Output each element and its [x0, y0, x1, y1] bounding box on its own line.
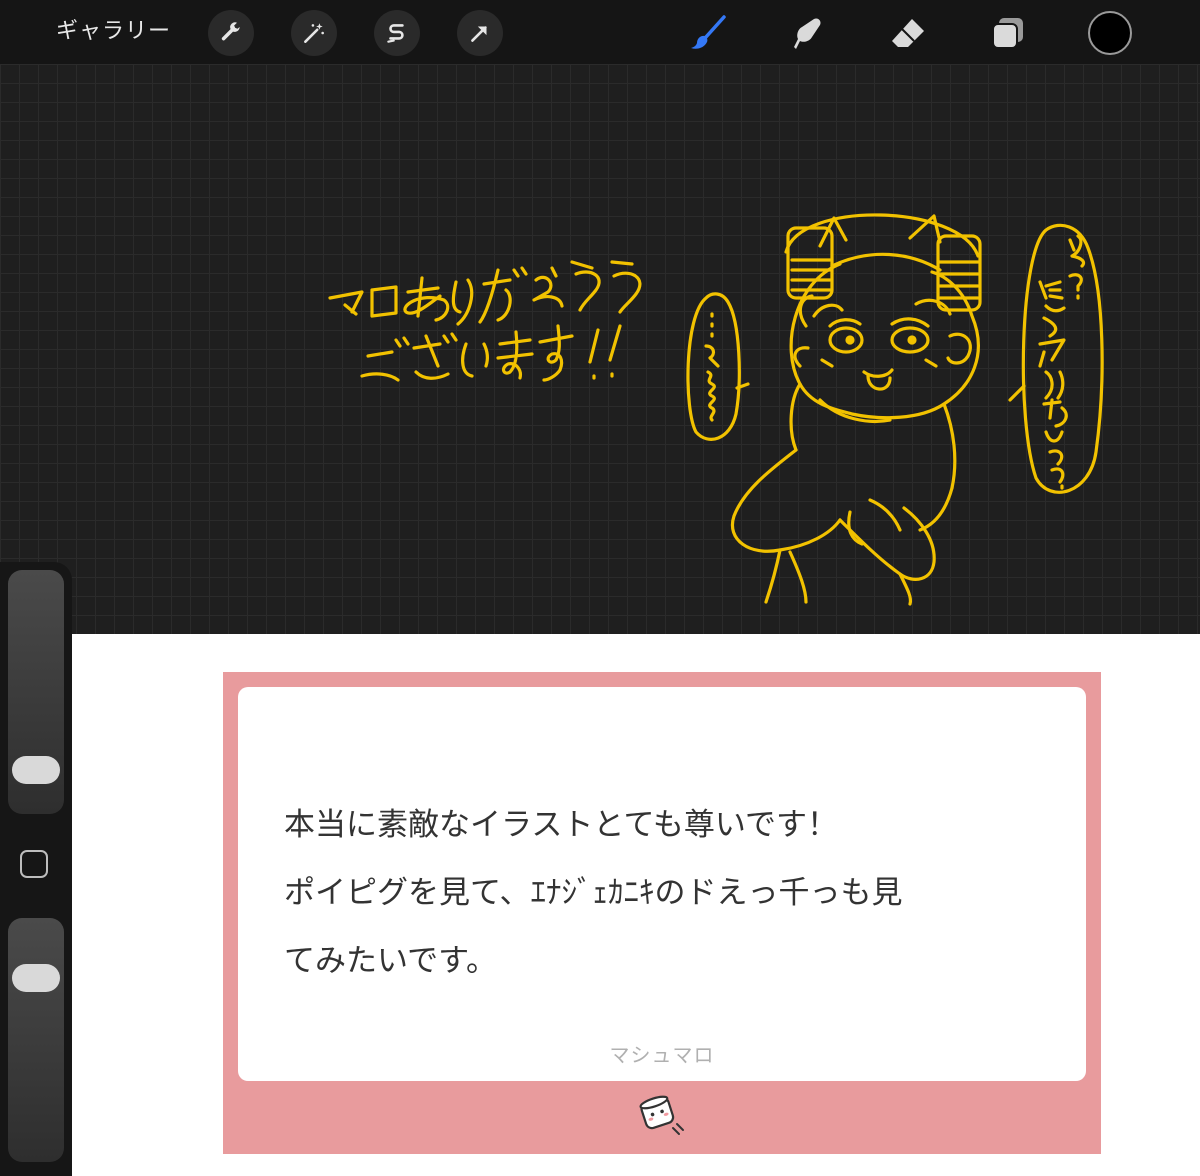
actions-button[interactable] [208, 10, 254, 56]
wrench-icon [221, 22, 240, 41]
eraser-icon [892, 19, 924, 47]
drawing-canvas[interactable] [0, 64, 1200, 634]
yellow-sketch [328, 213, 1104, 606]
color-picker-button[interactable] [1088, 11, 1132, 55]
side-bar [0, 562, 72, 1176]
character-headphones [784, 213, 982, 312]
bubble-left [686, 292, 750, 441]
selection-button[interactable] [374, 10, 420, 56]
opacity-slider[interactable] [8, 918, 64, 1162]
adjustments-button[interactable] [291, 10, 337, 56]
brush-icon [691, 15, 726, 49]
message-line-1: 本当に素敵なイラストとても尊いです！ [284, 807, 838, 843]
layers-icon [992, 18, 1023, 49]
brush-size-slider[interactable] [8, 570, 64, 814]
smudge-icon [794, 18, 821, 49]
top-toolbar: ギャラリー [0, 0, 1200, 64]
marshmallow-card: 本当に素敵なイラストとても尊いです！ ポイピグを見て、ｴﾅｼﾞｪｶﾆｷのドえっ千… [223, 672, 1101, 1154]
marshmallow-logo-icon [639, 1095, 684, 1135]
message-text: 本当に素敵なイラストとても尊いです！ ポイピグを見て、ｴﾅｼﾞｪｶﾆｷのドえっ千… [284, 791, 1064, 995]
message-box: 本当に素敵なイラストとても尊いです！ ポイピグを見て、ｴﾅｼﾞｪｶﾆｷのドえっ千… [238, 687, 1086, 1081]
selection-s-icon [387, 24, 404, 43]
bubble-right [1008, 223, 1104, 494]
handwriting-line-2 [360, 324, 622, 382]
transform-arrow-icon [471, 26, 487, 42]
smudge-tool[interactable] [786, 12, 830, 54]
character-body [730, 382, 957, 606]
message-line-2: ポイピグを見て、ｴﾅｼﾞｪｶﾆｷのドえっ千っも見 [284, 875, 903, 911]
message-line-3: てみたいです。 [284, 943, 497, 979]
brush-tool[interactable] [686, 12, 730, 54]
opacity-thumb[interactable] [12, 964, 60, 992]
transform-button[interactable] [457, 10, 503, 56]
eraser-tool[interactable] [886, 12, 930, 54]
layers-tool[interactable] [986, 12, 1030, 54]
brush-size-thumb[interactable] [12, 756, 60, 784]
brand-label: マシュマロ [609, 1043, 715, 1067]
magic-wand-icon [304, 23, 324, 43]
modify-button[interactable] [20, 850, 48, 878]
gallery-button[interactable]: ギャラリー [56, 16, 171, 48]
handwriting-line-1 [328, 260, 642, 326]
